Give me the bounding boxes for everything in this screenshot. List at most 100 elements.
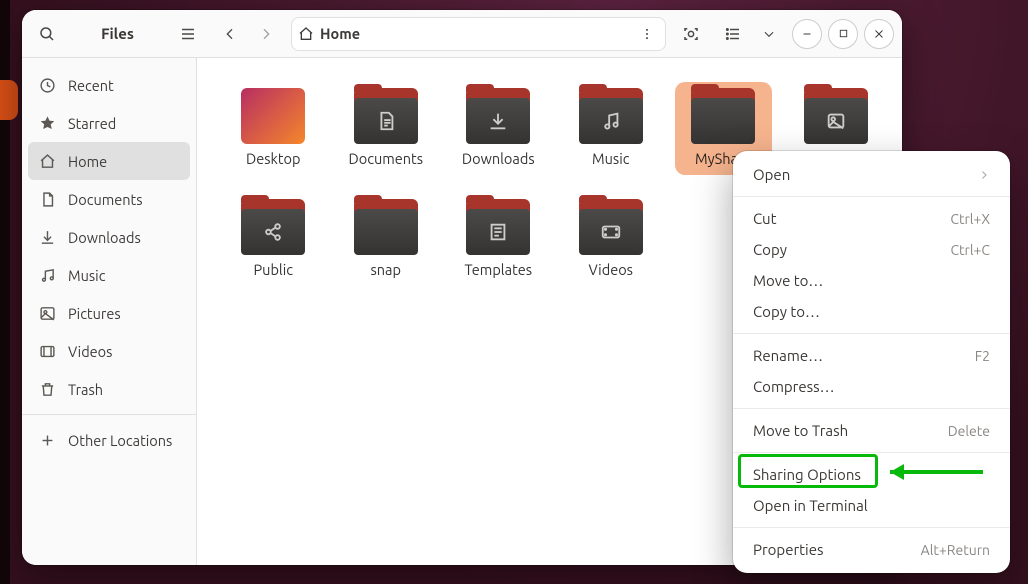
chevron-down-icon	[762, 27, 776, 41]
menu-move-to[interactable]: Move to…	[733, 265, 1010, 296]
folder-icon	[579, 88, 643, 144]
menu-open[interactable]: Open	[733, 159, 1010, 190]
sidebar-item-trash[interactable]: Trash	[22, 370, 196, 408]
menu-sharing-options[interactable]: Sharing Options	[733, 459, 1010, 490]
music-icon	[39, 267, 56, 284]
maximize-icon	[838, 28, 849, 39]
chevron-right-icon	[978, 169, 990, 181]
close-icon	[873, 28, 885, 40]
clock-icon	[39, 77, 56, 94]
trash-icon	[39, 381, 56, 398]
sidebar-item-pictures[interactable]: Pictures	[22, 294, 196, 332]
folder-glyph-icon	[487, 110, 509, 132]
window-close-button[interactable]	[864, 19, 894, 49]
sidebar-item-starred[interactable]: Starred	[22, 104, 196, 142]
file-tile[interactable]: snap	[338, 193, 435, 286]
sidebar-item-label: Music	[68, 267, 105, 284]
menu-label: Compress…	[753, 378, 835, 395]
path-label: Home	[320, 25, 360, 42]
dots-vertical-icon	[640, 27, 654, 41]
menu-accel: F2	[975, 348, 990, 364]
sidebar-item-label: Recent	[68, 77, 114, 94]
file-name-label: Downloads	[462, 150, 535, 167]
app-title: Files	[68, 25, 167, 42]
folder-icon	[691, 88, 755, 144]
context-menu: Open Cut Ctrl+X Copy Ctrl+C Move to… Cop…	[733, 151, 1010, 573]
search-button[interactable]	[30, 17, 64, 51]
list-icon	[724, 25, 742, 43]
sidebar-item-downloads[interactable]: Downloads	[22, 218, 196, 256]
file-tile[interactable]: Videos	[563, 193, 660, 286]
menu-copy-to[interactable]: Copy to…	[733, 296, 1010, 327]
star-icon	[39, 115, 56, 132]
file-name-label: Documents	[348, 150, 423, 167]
focus-button[interactable]	[674, 17, 708, 51]
sidebar-item-videos[interactable]: Videos	[22, 332, 196, 370]
menu-properties[interactable]: Properties Alt+Return	[733, 534, 1010, 565]
minimize-icon	[801, 28, 813, 40]
search-icon	[38, 25, 56, 43]
dock-app-indicator	[0, 80, 18, 120]
view-dropdown-button[interactable]	[758, 17, 780, 51]
path-menu-button[interactable]	[635, 22, 659, 46]
file-name-label: Videos	[589, 261, 633, 278]
file-tile[interactable]: Public	[225, 193, 322, 286]
menu-open-in-terminal[interactable]: Open in Terminal	[733, 490, 1010, 521]
sidebar-item-recent[interactable]: Recent	[22, 66, 196, 104]
file-name-label: Desktop	[246, 150, 300, 167]
folder-icon	[241, 199, 305, 255]
nav-forward-button[interactable]	[249, 17, 283, 51]
nav-back-button[interactable]	[213, 17, 247, 51]
sidebar-item-music[interactable]: Music	[22, 256, 196, 294]
menu-label: Copy to…	[753, 303, 820, 320]
menu-move-to-trash[interactable]: Move to Trash Delete	[733, 415, 1010, 446]
pictures-icon	[39, 305, 56, 322]
menu-cut[interactable]: Cut Ctrl+X	[733, 203, 1010, 234]
hamburger-menu-button[interactable]	[171, 17, 205, 51]
chevron-right-icon	[258, 26, 274, 42]
window-minimize-button[interactable]	[792, 19, 822, 49]
folder-icon	[466, 88, 530, 144]
menu-label: Properties	[753, 541, 824, 558]
sidebar-item-label: Documents	[68, 191, 143, 208]
sidebar-separator	[22, 414, 196, 415]
sidebar-item-documents[interactable]: Documents	[22, 180, 196, 218]
hamburger-icon	[179, 25, 197, 43]
menu-label: Open	[753, 166, 790, 183]
documents-icon	[39, 191, 56, 208]
folder-glyph-icon	[600, 221, 622, 243]
sidebar-item-label: Pictures	[68, 305, 121, 322]
sidebar-item-other-locations[interactable]: Other Locations	[22, 421, 196, 459]
view-list-button[interactable]	[716, 17, 750, 51]
sidebar-item-home[interactable]: Home	[28, 142, 190, 180]
menu-label: Cut	[753, 210, 777, 227]
folder-icon	[354, 88, 418, 144]
sidebar-item-label: Starred	[68, 115, 116, 132]
folder-glyph-icon	[375, 110, 397, 132]
menu-rename[interactable]: Rename… F2	[733, 340, 1010, 371]
menu-label: Sharing Options	[753, 466, 861, 483]
file-tile[interactable]: Templates	[450, 193, 547, 286]
file-tile[interactable]: Documents	[338, 82, 435, 175]
menu-label: Rename…	[753, 347, 823, 364]
file-tile[interactable]: Desktop	[225, 82, 322, 175]
titlebar: Files Home	[22, 10, 902, 58]
camera-focus-icon	[682, 25, 700, 43]
menu-accel: Alt+Return	[921, 542, 990, 558]
home-icon	[298, 26, 314, 42]
file-tile[interactable]: Music	[563, 82, 660, 175]
path-bar[interactable]: Home	[291, 17, 666, 51]
sidebar-item-label: Trash	[68, 381, 103, 398]
menu-copy[interactable]: Copy Ctrl+C	[733, 234, 1010, 265]
menu-separator	[733, 196, 1010, 197]
file-tile[interactable]: Downloads	[450, 82, 547, 175]
folder-icon	[466, 199, 530, 255]
plus-icon	[39, 432, 56, 449]
file-name-label: Templates	[464, 261, 532, 278]
file-name-label: Public	[254, 261, 294, 278]
chevron-left-icon	[222, 26, 238, 42]
menu-compress[interactable]: Compress…	[733, 371, 1010, 402]
window-maximize-button[interactable]	[828, 19, 858, 49]
menu-separator	[733, 333, 1010, 334]
menu-label: Open in Terminal	[753, 497, 868, 514]
